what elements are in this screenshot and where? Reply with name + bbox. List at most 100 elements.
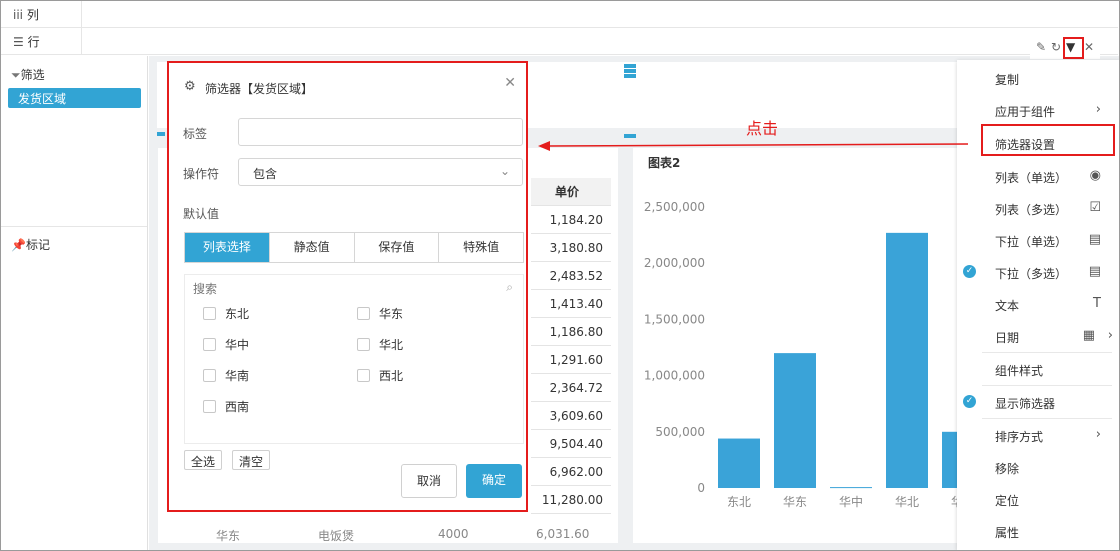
- bar-东北[interactable]: [718, 438, 760, 488]
- menu-item-list-single[interactable]: 列表（单选） ◉: [957, 160, 1119, 192]
- search-input[interactable]: [193, 279, 503, 299]
- shelf-divider: [81, 1, 82, 28]
- bar-华北[interactable]: [886, 232, 928, 488]
- filter-section-title: ⏷筛选: [11, 68, 45, 82]
- menu-item-apply-to-widget[interactable]: 应用于组件 ›: [957, 94, 1119, 126]
- table-cell: 3,609.60: [531, 402, 611, 430]
- y-tick-label: 2,500,000: [644, 200, 705, 214]
- operator-select[interactable]: 包含 ⌄: [238, 158, 523, 186]
- table-cell: 6,031.60: [536, 527, 590, 541]
- menu-item-dropdown-single[interactable]: 下拉（单选） ▤: [957, 224, 1119, 256]
- tab-list-select[interactable]: 列表选择: [185, 233, 269, 262]
- marks-section-title: 📌标记: [11, 238, 50, 252]
- option-checkbox[interactable]: 华中: [203, 336, 249, 353]
- y-tick-label: 0: [697, 481, 705, 495]
- bar-chart: 0 500,000 1,000,000 1,500,000 2,000,000 2,500…: [644, 200, 963, 509]
- table-cell: 3,180.80: [531, 234, 611, 262]
- y-tick-label: 500,000: [655, 425, 705, 439]
- columns-icon: iii: [13, 8, 24, 22]
- unit-price-column: 单价 1,184.20 3,180.80 2,483.52 1,413.40 1…: [531, 178, 611, 514]
- resize-handle[interactable]: [624, 64, 636, 68]
- tab-static-value[interactable]: 静态值: [268, 233, 354, 262]
- table-cell: 9,504.40: [531, 430, 611, 458]
- pin-icon: 📌: [11, 238, 26, 252]
- calendar-icon: ▦: [1082, 328, 1095, 343]
- table-cell: 1,413.40: [531, 290, 611, 318]
- option-checkbox[interactable]: 西南: [203, 398, 249, 415]
- close-icon[interactable]: ✕: [504, 75, 516, 91]
- columns-shelf[interactable]: iii 列: [1, 1, 1118, 28]
- annotation-text: 点击: [746, 119, 779, 138]
- menu-item-list-multi[interactable]: 列表（多选） ☑: [957, 192, 1119, 224]
- option-checkbox[interactable]: 西北: [357, 367, 403, 384]
- table-cell: 1,291.60: [531, 346, 611, 374]
- option-checkbox[interactable]: 华东: [357, 305, 403, 322]
- resize-handle[interactable]: [624, 69, 636, 73]
- column-header[interactable]: 单价: [531, 178, 611, 206]
- edit-icon[interactable]: ✎: [1036, 40, 1046, 54]
- rows-icon: ☰: [13, 35, 24, 49]
- resize-handle[interactable]: [624, 74, 636, 78]
- resize-handle[interactable]: [624, 134, 636, 138]
- resize-handle[interactable]: [157, 132, 165, 136]
- table-cell: 2,364.72: [531, 374, 611, 402]
- chevron-down-icon: ⌄: [499, 164, 510, 178]
- table-cell: 1,184.20: [531, 206, 611, 234]
- y-tick-label: 1,500,000: [644, 312, 705, 326]
- search-icon: ⌕: [506, 280, 513, 294]
- rows-shelf[interactable]: ☰ 行: [1, 28, 1118, 55]
- dropdown-box-icon: ▤: [1088, 264, 1101, 279]
- x-tick-label: 华中: [839, 494, 863, 509]
- dropdown-box-icon: ▤: [1088, 232, 1101, 247]
- tab-special-value[interactable]: 特殊值: [438, 233, 523, 262]
- bar-华中[interactable]: [830, 487, 872, 489]
- menu-item-remove[interactable]: 移除: [957, 451, 1119, 483]
- x-tick-label: 东北: [727, 495, 751, 509]
- table-cell: 电饭煲: [318, 529, 355, 543]
- chart-widget[interactable]: 图表2 0 500,000 1,000,000 1,500,000 2,000,000 2…: [633, 148, 963, 543]
- panel-divider: [1, 226, 147, 227]
- menu-item-copy[interactable]: 复制: [957, 62, 1119, 94]
- highlight-box: [981, 124, 1115, 156]
- filter-settings-dialog: ⚙ 筛选器【发货区域】 ✕ 标签 操作符 包含 ⌄ 默认值 列表选择 静态值 保…: [167, 61, 528, 512]
- gear-icon: ⚙: [184, 79, 196, 94]
- highlight-box: [1063, 37, 1084, 59]
- menu-item-sort[interactable]: 排序方式 ›: [957, 419, 1119, 451]
- menu-item-text[interactable]: 文本 T: [957, 288, 1119, 320]
- option-checkbox[interactable]: 华北: [357, 336, 403, 353]
- menu-item-properties[interactable]: 属性: [957, 515, 1119, 547]
- filter-chip-shipping-region[interactable]: 发货区域: [8, 88, 141, 108]
- label-input[interactable]: [238, 118, 523, 146]
- option-checkbox[interactable]: 东北: [203, 305, 249, 322]
- chevron-right-icon: ›: [1107, 328, 1113, 343]
- tab-saved-value[interactable]: 保存值: [353, 233, 439, 262]
- option-checkbox[interactable]: 华南: [203, 367, 249, 384]
- menu-item-date[interactable]: 日期 ▦ ›: [957, 320, 1119, 352]
- menu-item-locate[interactable]: 定位: [957, 483, 1119, 515]
- table-row: 华东 电饭煲 4000 6,031.60: [158, 519, 618, 543]
- menu-item-show-filter[interactable]: ✓ 显示筛选器: [957, 386, 1119, 418]
- y-tick-label: 2,000,000: [644, 256, 705, 270]
- y-tick-label: 1,000,000: [644, 369, 705, 383]
- refresh-icon[interactable]: ↻: [1051, 40, 1061, 54]
- table-cell: 1,186.80: [531, 318, 611, 346]
- cancel-button[interactable]: 取消: [401, 464, 457, 498]
- menu-item-widget-style[interactable]: 组件样式: [957, 353, 1119, 385]
- table-cell: 6,962.00: [531, 458, 611, 486]
- chevron-right-icon: ›: [1095, 427, 1101, 442]
- default-value-tabs: 列表选择 静态值 保存值 特殊值: [184, 232, 524, 263]
- confirm-button[interactable]: 确定: [466, 464, 522, 498]
- clear-button[interactable]: 清空: [232, 450, 271, 470]
- dialog-title: 筛选器【发货区域】: [205, 82, 314, 96]
- close-icon[interactable]: ✕: [1084, 40, 1094, 54]
- rows-shelf-label: ☰ 行: [13, 35, 40, 49]
- left-panel: ⏷筛选 发货区域 📌标记: [1, 56, 148, 550]
- table-cell: 11,280.00: [531, 486, 611, 514]
- select-all-button[interactable]: 全选: [184, 450, 223, 470]
- shelf-divider: [81, 28, 82, 55]
- check-icon: ✓: [963, 395, 976, 408]
- menu-item-dropdown-multi[interactable]: ✓ 下拉（多选） ▤: [957, 256, 1119, 288]
- radio-icon: ◉: [1089, 168, 1101, 183]
- table-cell: 华东: [216, 529, 241, 543]
- bar-华东[interactable]: [774, 353, 816, 488]
